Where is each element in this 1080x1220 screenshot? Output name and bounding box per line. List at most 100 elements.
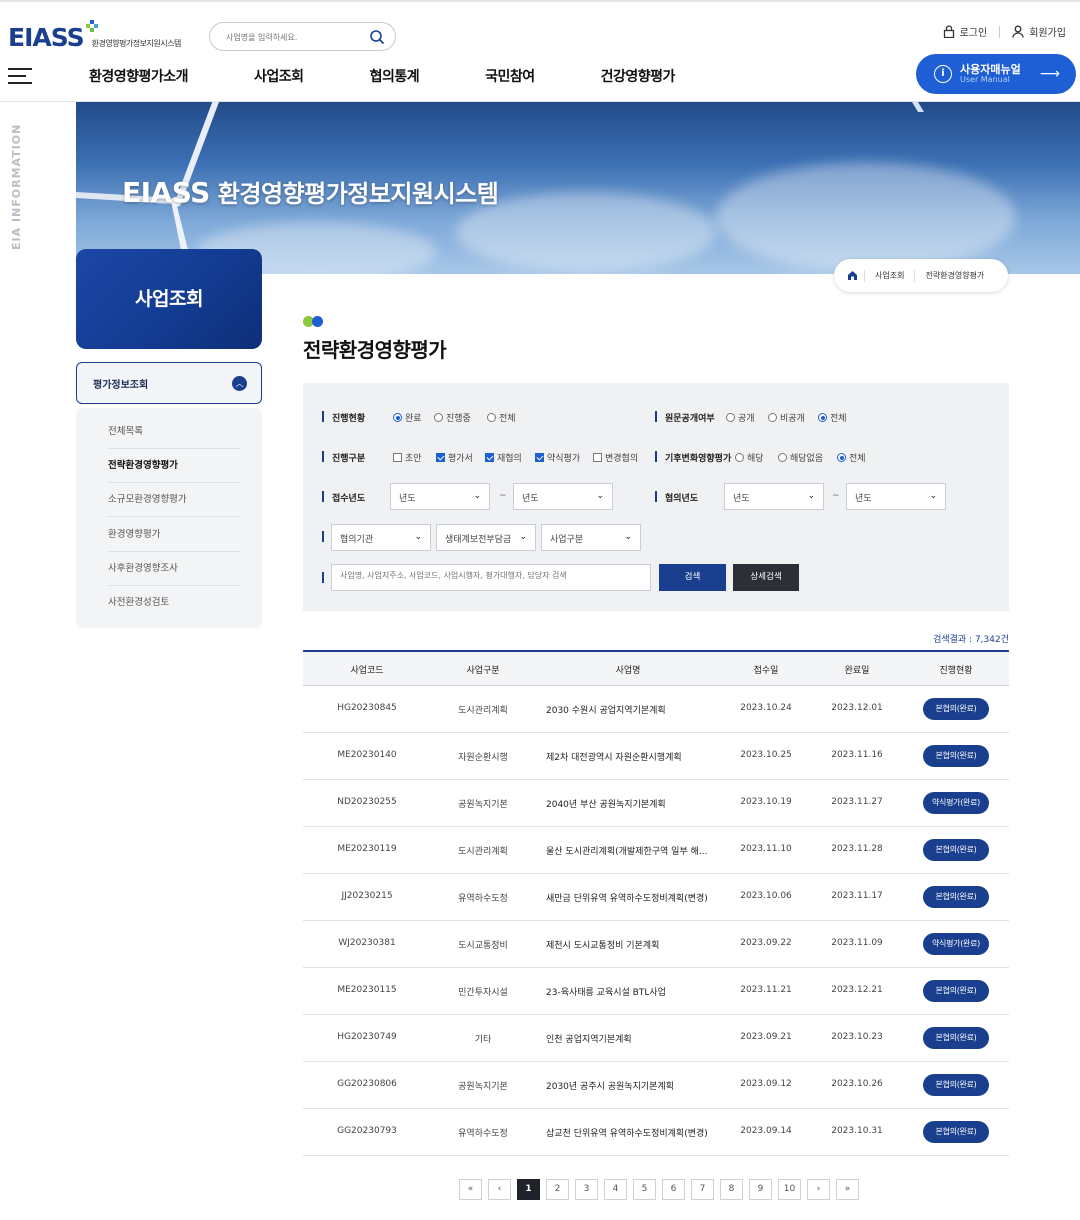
table-row[interactable]: ME20230140 자원순환시행 제2차 대전광역시 자원순환시행계획 2023.1… — [303, 733, 1009, 780]
lnb-group-toggle[interactable]: 평가정보조회 ︿ — [76, 362, 262, 404]
eco-levy-select[interactable]: 생태계보전부담금 ⌄ — [436, 524, 536, 551]
stage-option-simplified[interactable]: 약식평가 — [535, 451, 580, 464]
nav-health-impact[interactable]: 건강영향평가 — [601, 66, 676, 86]
project-name[interactable]: 제2차 대전광역시 자원순환시행계획 — [546, 750, 721, 763]
first-page-button[interactable]: « — [459, 1179, 482, 1200]
page-button[interactable]: 1 — [517, 1179, 540, 1200]
climate-option-no[interactable]: 해당없음 — [778, 451, 823, 464]
menu-icon[interactable] — [8, 68, 32, 84]
table-row[interactable]: HG20230749 기타 인천 공업지역기본계획 2023.09.21 2023.10… — [303, 1015, 1009, 1062]
status-badge[interactable]: 본협의(완료) — [923, 745, 989, 767]
business-type-select[interactable]: 사업구분 ⌄ — [541, 524, 641, 551]
detail-search-button[interactable]: 상세검색 — [733, 564, 799, 591]
status-badge[interactable]: 본협의(완료) — [923, 1027, 989, 1049]
search-button[interactable]: 검색 — [659, 564, 726, 591]
page-button[interactable]: 2 — [546, 1179, 569, 1200]
checkbox-icon — [485, 453, 494, 462]
project-name[interactable]: 2030년 공주시 공원녹지기본계획 — [546, 1079, 721, 1092]
lnb-item-post-eia[interactable]: 사후환경영향조사 — [108, 552, 240, 586]
breadcrumb-item[interactable]: 사업조회 — [864, 269, 914, 282]
table-row[interactable]: ME20230115 민간투자시설 23-육사태릉 교육시설 BTL사업 2023.1… — [303, 968, 1009, 1015]
open-option-all[interactable]: 전체 — [818, 411, 847, 424]
lnb-item-all[interactable]: 전체목록 — [108, 415, 240, 449]
keyword-search-input[interactable] — [340, 571, 640, 580]
radio-icon — [837, 453, 846, 462]
status-option-complete[interactable]: 완료 — [393, 411, 422, 424]
main-nav: 환경영향평가소개 사업조회 협의통계 국민참여 건강영향평가 — [89, 66, 675, 86]
lnb-item-pre-review[interactable]: 사전환경성검토 — [108, 586, 240, 620]
page-button[interactable]: 8 — [720, 1179, 743, 1200]
stage-option-change[interactable]: 변경협의 — [593, 451, 638, 464]
status-badge[interactable]: 본협의(완료) — [923, 1121, 989, 1143]
climate-option-yes[interactable]: 해당 — [735, 451, 764, 464]
project-name[interactable]: 인천 공업지역기본계획 — [546, 1032, 721, 1045]
lnb-item-strategic-eia[interactable]: 전략환경영향평가 — [108, 449, 240, 483]
stage-option-draft[interactable]: 초안 — [393, 451, 422, 464]
open-option-public[interactable]: 공개 — [726, 411, 755, 424]
agency-select[interactable]: 협의기관 ⌄ — [331, 524, 431, 551]
status-option-in-progress[interactable]: 진행중 — [434, 411, 471, 424]
project-name[interactable]: 23-육사태릉 교육시설 BTL사업 — [546, 985, 721, 998]
lnb-group-label: 평가정보조회 — [93, 380, 149, 391]
project-name[interactable]: 새만금 단위유역 유역하수도정비계획(변경) — [546, 891, 721, 904]
status-badge[interactable]: 본협의(완료) — [923, 1074, 989, 1096]
page-button[interactable]: 7 — [691, 1179, 714, 1200]
status-badge[interactable]: 약식평가(완료) — [923, 792, 989, 814]
last-page-button[interactable]: » — [836, 1179, 859, 1200]
status-option-all[interactable]: 전체 — [487, 411, 516, 424]
consult-year-to-select[interactable]: 년도 ⌄ — [846, 483, 946, 510]
project-name[interactable]: 제천시 도시교통정비 기본계획 — [546, 938, 721, 951]
project-name[interactable]: 2030 수원시 공업지역기본계획 — [546, 703, 721, 716]
page-button[interactable]: 5 — [633, 1179, 656, 1200]
table-row[interactable]: JJ20230215 유역하수도정 새만금 단위유역 유역하수도정비계획(변경) 20… — [303, 874, 1009, 921]
nav-eia-intro[interactable]: 환경영향평가소개 — [89, 66, 189, 86]
consult-year-from-select[interactable]: 년도 ⌄ — [724, 483, 824, 510]
receipt-year-to-select[interactable]: 년도 ⌄ — [513, 483, 613, 510]
page-button[interactable]: 9 — [749, 1179, 772, 1200]
project-name[interactable]: 삽교천 단위유역 유역하수도정비계획(변경) — [546, 1126, 721, 1139]
stage-option-reconsult[interactable]: 재협의 — [485, 451, 522, 464]
table-row[interactable]: GG20230806 공원녹지기본 2030년 공주시 공원녹지기본계획 2023.0… — [303, 1062, 1009, 1109]
search-icon[interactable] — [369, 29, 385, 45]
page-button[interactable]: 3 — [575, 1179, 598, 1200]
table-row[interactable]: WJ20230381 도시교통정비 제천시 도시교통정비 기본계획 2023.09.2… — [303, 921, 1009, 968]
status-badge[interactable]: 본협의(완료) — [923, 698, 989, 720]
page-button[interactable]: 4 — [604, 1179, 627, 1200]
home-icon[interactable] — [840, 264, 864, 288]
project-name[interactable]: 울산 도시관리계획(개발제한구역 일부 해... — [546, 844, 721, 857]
table-row[interactable]: ND20230255 공원녹지기본 2040년 부산 공원녹지기본계획 2023.10… — [303, 780, 1009, 827]
table-row[interactable]: ME20230119 도시관리계획 울산 도시관리계획(개발제한구역 일부 해...… — [303, 827, 1009, 874]
user-manual-button[interactable]: i 사용자매뉴얼 User Manual ⟶ — [916, 54, 1076, 94]
login-link[interactable]: 로그인 — [943, 24, 987, 39]
receipt-year-from-select[interactable]: 년도 ⌄ — [390, 483, 490, 510]
stage-option-report[interactable]: 평가서 — [436, 451, 473, 464]
page-button[interactable]: 10 — [778, 1179, 801, 1200]
nav-project-search[interactable]: 사업조회 — [254, 66, 304, 86]
status-badge[interactable]: 본협의(완료) — [923, 839, 989, 861]
nav-consultation-stats[interactable]: 협의통계 — [370, 66, 420, 86]
project-name[interactable]: 2040년 부산 공원녹지기본계획 — [546, 797, 721, 810]
site-logo[interactable]: EIASS 환경영향평가정보지원시스템 — [8, 20, 181, 52]
prev-page-button[interactable]: ‹ — [488, 1179, 511, 1200]
table-body: HG20230845 도시관리계획 2030 수원시 공업지역기본계획 2023.10… — [303, 686, 1009, 1156]
breadcrumb: 사업조회 전략환경영향평가 — [834, 259, 1008, 292]
status-badge[interactable]: 약식평가(완료) — [923, 933, 989, 955]
keyword-search-box — [331, 564, 651, 591]
receipt-date: 2023.09.22 — [740, 938, 792, 948]
page-button[interactable]: 6 — [662, 1179, 685, 1200]
lnb-item-eia[interactable]: 환경영향평가 — [108, 518, 240, 552]
open-option-private[interactable]: 비공개 — [768, 411, 805, 424]
next-page-button[interactable]: › — [807, 1179, 830, 1200]
checkbox-icon — [535, 453, 544, 462]
signup-link[interactable]: 회원가입 — [1012, 24, 1066, 39]
climate-option-all[interactable]: 전체 — [837, 451, 866, 464]
global-search — [209, 22, 396, 51]
table-row[interactable]: HG20230845 도시관리계획 2030 수원시 공업지역기본계획 2023.10… — [303, 686, 1009, 733]
lnb-item-small-scale-eia[interactable]: 소규모환경영향평가 — [108, 483, 240, 517]
table-row[interactable]: GG20230793 유역하수도정 삽교천 단위유역 유역하수도정비계획(변경) 20… — [303, 1109, 1009, 1156]
status-badge[interactable]: 본협의(완료) — [923, 980, 989, 1002]
nav-public-participation[interactable]: 국민참여 — [485, 66, 535, 86]
status-badge[interactable]: 본협의(완료) — [923, 886, 989, 908]
chevron-down-icon: ⌄ — [929, 491, 937, 501]
global-search-input[interactable] — [226, 29, 366, 45]
